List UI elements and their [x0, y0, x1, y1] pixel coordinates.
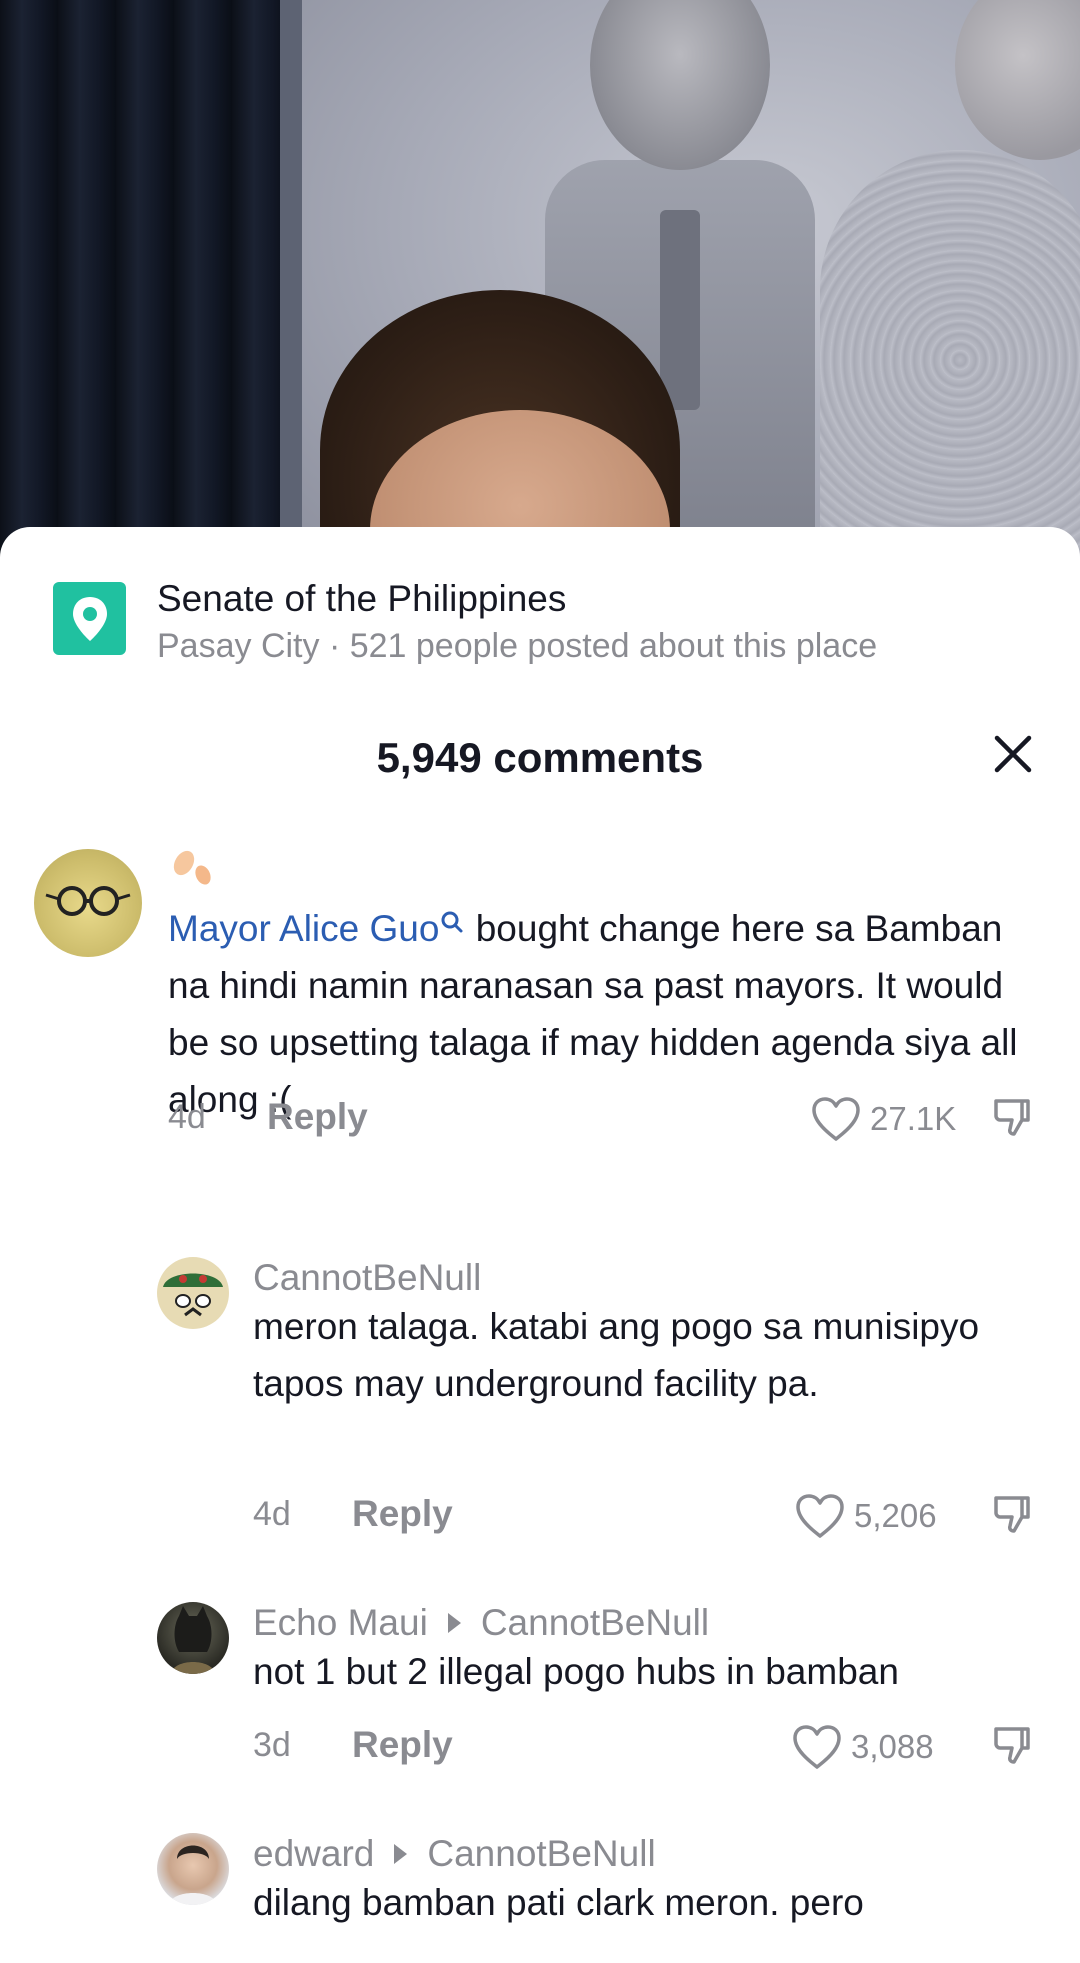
- comment-time: 4d: [168, 1098, 206, 1136]
- comment-username: Echo Maui CannotBeNull: [253, 1602, 709, 1644]
- avatar[interactable]: [34, 849, 142, 957]
- comment-time: 3d: [253, 1726, 291, 1764]
- avatar[interactable]: [157, 1602, 229, 1674]
- like-button[interactable]: 27.1K: [810, 1095, 956, 1143]
- comment-time: 4d: [253, 1495, 291, 1533]
- mention-link[interactable]: Mayor Alice Guo: [168, 908, 439, 949]
- comment-text: not 1 but 2 illegal pogo hubs in bamban: [253, 1651, 899, 1692]
- reply-arrow-icon: [394, 1844, 408, 1864]
- photo-woman-body: [820, 150, 1080, 560]
- reply-arrow-icon: [447, 1613, 461, 1633]
- location-row[interactable]: Senate of the Philippines Pasay City · 5…: [53, 574, 1053, 665]
- close-icon[interactable]: [989, 730, 1037, 778]
- like-button[interactable]: 3,088: [791, 1723, 934, 1771]
- video-background[interactable]: [0, 0, 1080, 560]
- heart-icon: [793, 1725, 841, 1769]
- comments-count-title: 5,949 comments: [376, 734, 704, 781]
- like-count: 3,088: [851, 1728, 934, 1765]
- comments-sheet: Senate of the Philippines Pasay City · 5…: [0, 527, 1080, 1963]
- comment-item: CannotBeNull meron talaga. katabi ang po…: [0, 1257, 1080, 1557]
- frame-edge: [280, 0, 302, 560]
- comment-username[interactable]: CannotBeNull: [253, 1257, 481, 1299]
- like-count: 27.1K: [870, 1100, 957, 1137]
- heart-icon: [796, 1494, 844, 1538]
- username-link[interactable]: edward: [253, 1833, 374, 1875]
- avatar[interactable]: [157, 1257, 229, 1329]
- location-name: Senate of the Philippines: [157, 578, 567, 619]
- like-count: 5,206: [854, 1497, 937, 1534]
- reply-button[interactable]: Reply: [352, 1493, 453, 1535]
- dislike-icon[interactable]: [992, 1096, 1036, 1140]
- dislike-icon[interactable]: [992, 1724, 1036, 1768]
- reply-button[interactable]: Reply: [267, 1096, 368, 1138]
- reply-to-username[interactable]: CannotBeNull: [481, 1602, 709, 1644]
- comment-text: meron talaga. katabi ang pogo sa munisip…: [253, 1306, 980, 1404]
- dislike-icon[interactable]: [992, 1493, 1036, 1537]
- location-pin-icon: [53, 582, 126, 655]
- search-icon[interactable]: [439, 894, 465, 951]
- like-button[interactable]: 5,206: [794, 1492, 937, 1540]
- heart-icon: [812, 1097, 860, 1141]
- reply-button[interactable]: Reply: [352, 1724, 453, 1766]
- username-link[interactable]: Echo Maui: [253, 1602, 428, 1644]
- curtain-backdrop: [0, 0, 285, 560]
- avatar[interactable]: [157, 1833, 229, 1905]
- comment-item: Echo Maui CannotBeNull not 1 but 2 illeg…: [0, 1602, 1080, 1802]
- emoji-sticker-icon: [170, 845, 214, 894]
- comment-text: dilang bamban pati clark meron. pero: [253, 1882, 864, 1923]
- photo-man-tie: [660, 210, 700, 410]
- comment-item: Mayor Alice Guo bought change here sa Ba…: [0, 845, 1080, 1145]
- comment-item: edward CannotBeNull dilang bamban pati c…: [0, 1833, 1080, 1963]
- comment-text: Mayor Alice Guo bought change here sa Ba…: [168, 900, 1048, 1128]
- reply-to-username[interactable]: CannotBeNull: [427, 1833, 655, 1875]
- comment-username: edward CannotBeNull: [253, 1833, 656, 1875]
- location-subtitle: Pasay City · 521 people posted about thi…: [157, 627, 878, 665]
